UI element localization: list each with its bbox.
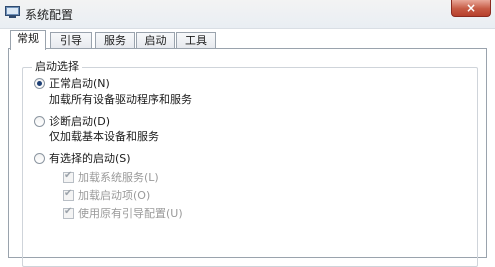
normal-startup-label[interactable]: 正常启动(N) [49, 75, 110, 91]
diagnostic-startup-label[interactable]: 诊断启动(D) [49, 113, 110, 129]
load-system-services-checkbox[interactable]: ✔ [63, 170, 74, 183]
window-title: 系统配置 [25, 8, 74, 22]
checkmark-icon: ✔ [64, 206, 73, 217]
normal-startup-radio[interactable] [34, 78, 45, 89]
load-startup-items-checkbox[interactable]: ✔ [63, 188, 74, 201]
selective-startup-radio[interactable] [34, 153, 45, 164]
selective-startup-label[interactable]: 有选择的启动(S) [49, 150, 131, 166]
load-system-services-label: 加载系统服务(L) [78, 171, 159, 184]
tab-tools[interactable]: 工具 [176, 32, 216, 49]
tab-startup[interactable]: 启动 [136, 32, 175, 49]
normal-startup-description: 加载所有设备驱动程序和服务 [49, 93, 192, 106]
checkmark-icon: ✔ [64, 188, 73, 199]
radio-selected-dot [37, 81, 42, 86]
title-bar: 系统配置 × [0, 0, 495, 29]
diagnostic-startup-description: 仅加载基本设备和服务 [49, 130, 159, 143]
tab-general[interactable]: 常规 [10, 30, 46, 50]
close-button[interactable]: × [451, 0, 491, 17]
system-config-icon [5, 6, 20, 18]
diagnostic-startup-radio[interactable] [34, 116, 45, 127]
use-original-boot-config-label: 使用原有引导配置(U) [78, 207, 183, 220]
load-startup-items-label: 加载启动项(O) [78, 189, 151, 202]
tab-boot[interactable]: 引导 [50, 32, 92, 49]
use-original-boot-config-checkbox[interactable]: ✔ [63, 206, 74, 219]
tab-services[interactable]: 服务 [95, 32, 135, 49]
startup-selection-legend: 启动选择 [32, 58, 82, 74]
checkmark-icon: ✔ [64, 170, 73, 181]
